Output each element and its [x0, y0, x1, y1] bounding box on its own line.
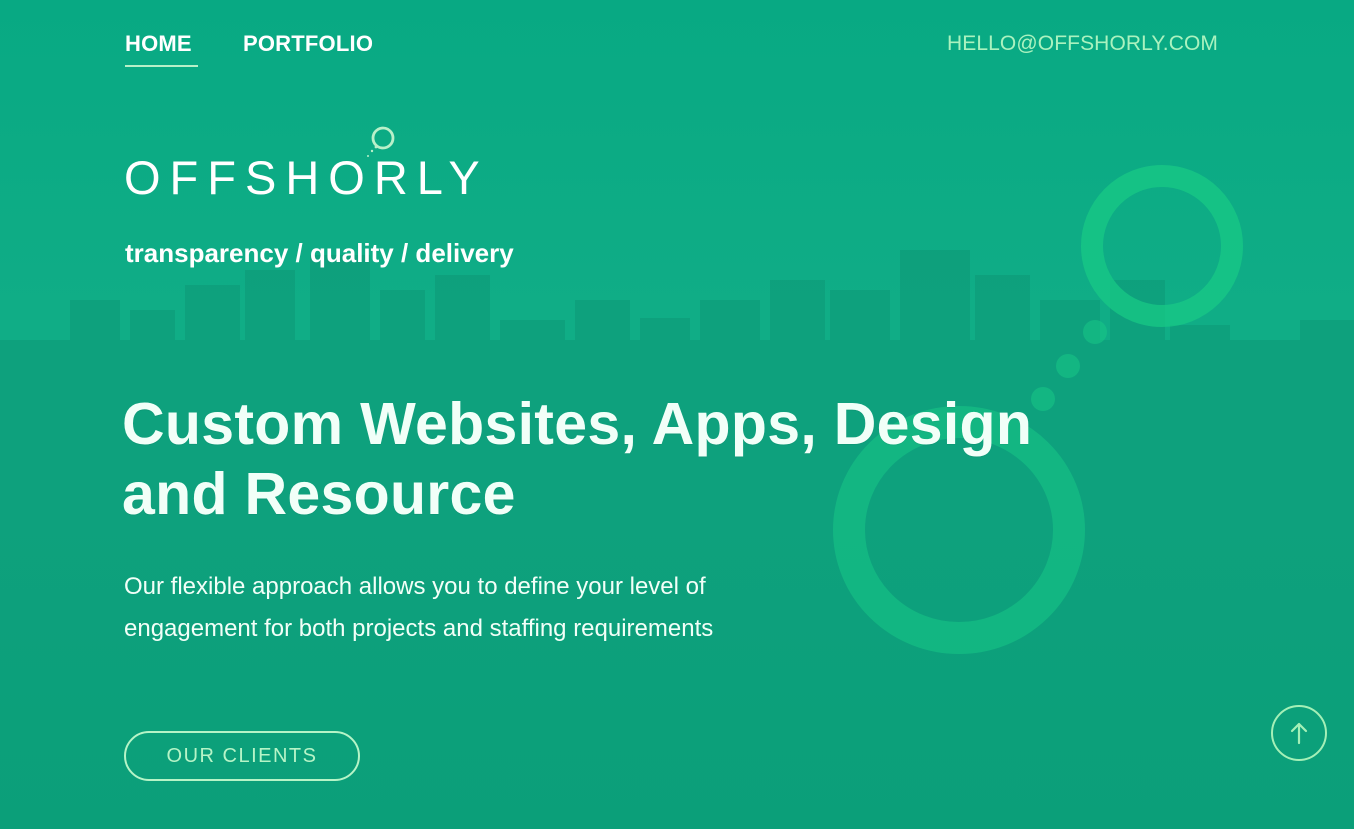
subcopy-line-2: engagement for both projects and staffin… — [124, 615, 714, 642]
logo-o-rings-icon — [367, 126, 395, 157]
nav-active-underline — [125, 65, 198, 67]
contact-email-link[interactable]: HELLO@OFFSHORLY.COM — [947, 32, 1218, 56]
hero-subcopy: Our flexible approach allows you to defi… — [124, 566, 844, 650]
decorative-ring-small — [1081, 165, 1243, 327]
our-clients-button[interactable]: OUR CLIENTS — [124, 731, 360, 781]
headline-line-1: Custom Websites, Apps, Design — [122, 391, 1033, 457]
subcopy-line-1: Our flexible approach allows you to defi… — [124, 573, 706, 600]
arrow-up-icon — [1290, 722, 1308, 745]
nav-home-link[interactable]: HOME — [125, 31, 192, 57]
headline-line-2: and Resource — [122, 461, 516, 527]
logo-wordmark: OFFSHORLY — [124, 151, 489, 204]
offshorly-logo: OFFSHORLY — [124, 126, 484, 212]
brand-tagline: transparency / quality / delivery — [125, 238, 514, 268]
nav-portfolio-link[interactable]: PORTFOLIO — [243, 31, 373, 57]
scroll-to-top-button[interactable] — [1271, 705, 1327, 761]
hero-headline: Custom Websites, Apps, Design and Resour… — [122, 389, 1102, 529]
hero-section: HOME PORTFOLIO HELLO@OFFSHORLY.COM OFFSH… — [0, 0, 1354, 829]
top-navigation: HOME PORTFOLIO HELLO@OFFSHORLY.COM — [125, 29, 1218, 71]
